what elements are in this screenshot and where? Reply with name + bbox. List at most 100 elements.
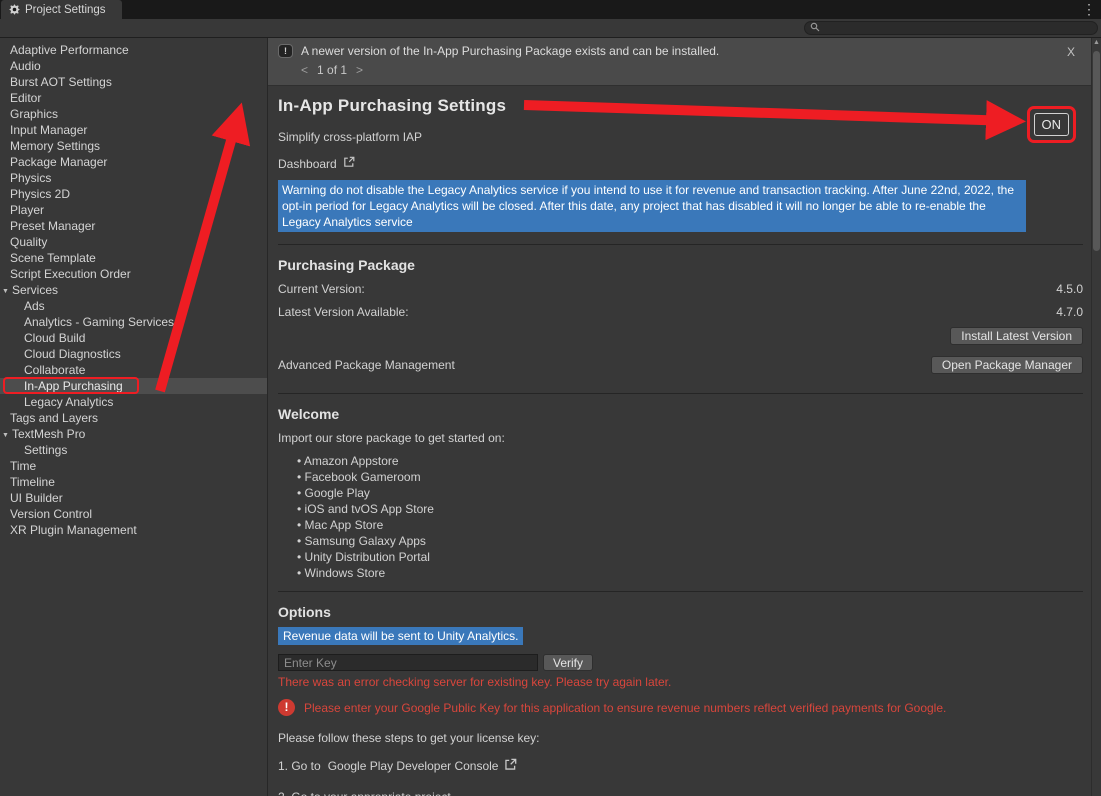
simplify-iap-label: Simplify cross-platform IAP (278, 130, 1083, 144)
external-link-icon (343, 156, 355, 171)
sidebar-item-ui-builder[interactable]: UI Builder (0, 490, 267, 506)
section-divider (278, 591, 1083, 592)
sidebar-item-label: Scene Template (10, 251, 96, 265)
sidebar-item-analytics-gaming-services[interactable]: Analytics - Gaming Services (0, 314, 267, 330)
sidebar-item-package-manager[interactable]: Package Manager (0, 154, 267, 170)
google-play-console-link[interactable]: Google Play Developer Console (328, 758, 518, 774)
install-latest-version-button[interactable]: Install Latest Version (950, 327, 1083, 345)
sidebar-item-label: Package Manager (10, 155, 107, 169)
tab-project-settings[interactable]: Project Settings (1, 0, 122, 19)
sidebar-item-tags-and-layers[interactable]: Tags and Layers (0, 410, 267, 426)
sidebar-item-audio[interactable]: Audio (0, 58, 267, 74)
sidebar-item-settings[interactable]: Settings (0, 442, 267, 458)
annotation-red-box-on: ON (1027, 106, 1077, 143)
sidebar-item-memory-settings[interactable]: Memory Settings (0, 138, 267, 154)
scrollbar[interactable]: ▲ (1091, 38, 1101, 796)
current-version-value: 4.5.0 (1056, 282, 1083, 296)
notification-banner: ! A newer version of the In-App Purchasi… (268, 38, 1091, 86)
revenue-note: Revenue data will be sent to Unity Analy… (278, 627, 523, 645)
sidebar-item-preset-manager[interactable]: Preset Manager (0, 218, 267, 234)
sidebar-item-in-app-purchasing[interactable]: In-App Purchasing (0, 378, 267, 394)
kebab-menu-icon[interactable]: ⋮ (1082, 1, 1096, 18)
sidebar-item-label: In-App Purchasing (24, 379, 123, 393)
sidebar-item-label: TextMesh Pro (12, 427, 85, 441)
store-list-item: • iOS and tvOS App Store (297, 501, 1083, 517)
project-settings-window: Project Settings ⋮ Adaptive PerformanceA… (0, 0, 1101, 796)
latest-version-value: 4.7.0 (1056, 305, 1083, 319)
sidebar-item-script-execution-order[interactable]: Script Execution Order (0, 266, 267, 282)
google-key-input[interactable] (278, 654, 538, 671)
sidebar-item-scene-template[interactable]: Scene Template (0, 250, 267, 266)
sidebar-item-label: Cloud Build (24, 331, 85, 345)
sidebar-item-version-control[interactable]: Version Control (0, 506, 267, 522)
pager-text: 1 of 1 (317, 63, 347, 77)
google-key-error-text: Please enter your Google Public Key for … (304, 701, 946, 715)
store-list: • Amazon Appstore• Facebook Gameroom• Go… (297, 453, 1083, 581)
latest-version-label: Latest Version Available: (278, 305, 409, 319)
sidebar-item-label: UI Builder (10, 491, 63, 505)
sidebar-item-cloud-build[interactable]: Cloud Build (0, 330, 267, 346)
sidebar-item-physics-2d[interactable]: Physics 2D (0, 186, 267, 202)
sidebar-item-cloud-diagnostics[interactable]: Cloud Diagnostics (0, 346, 267, 362)
open-package-manager-button[interactable]: Open Package Manager (931, 356, 1083, 374)
sidebar-item-label: Settings (24, 443, 67, 457)
step2-text: 2. Go to your appropriate project. (278, 790, 1083, 796)
sidebar-item-player[interactable]: Player (0, 202, 267, 218)
dashboard-link[interactable]: Dashboard (278, 156, 355, 171)
info-icon: ! (278, 44, 293, 58)
sidebar-item-input-manager[interactable]: Input Manager (0, 122, 267, 138)
sidebar-item-label: XR Plugin Management (10, 523, 137, 537)
sidebar-item-collaborate[interactable]: Collaborate (0, 362, 267, 378)
search-box[interactable] (804, 21, 1098, 35)
sidebar-item-label: Timeline (10, 475, 55, 489)
iap-on-toggle[interactable]: ON (1034, 113, 1070, 136)
scroll-up-icon[interactable]: ▲ (1092, 38, 1101, 48)
pager-next-button[interactable]: > (356, 63, 363, 77)
sidebar-item-label: Version Control (10, 507, 92, 521)
close-icon[interactable]: X (1067, 45, 1075, 59)
toolbar (0, 19, 1101, 38)
sidebar-item-label: Tags and Layers (10, 411, 98, 425)
advanced-package-management-label: Advanced Package Management (278, 358, 455, 372)
sidebar-item-ads[interactable]: Ads (0, 298, 267, 314)
store-list-item: • Amazon Appstore (297, 453, 1083, 469)
sidebar-item-label: Legacy Analytics (24, 395, 113, 409)
sidebar-item-graphics[interactable]: Graphics (0, 106, 267, 122)
sidebar-item-adaptive-performance[interactable]: Adaptive Performance (0, 42, 267, 58)
banner-message: A newer version of the In-App Purchasing… (301, 44, 719, 58)
sidebar-item-physics[interactable]: Physics (0, 170, 267, 186)
sidebar-item-label: Graphics (10, 107, 58, 121)
scrollbar-thumb[interactable] (1093, 51, 1100, 251)
sidebar-item-legacy-analytics[interactable]: Legacy Analytics (0, 394, 267, 410)
sidebar-item-xr-plugin-management[interactable]: XR Plugin Management (0, 522, 267, 538)
sidebar-item-label: Adaptive Performance (10, 43, 129, 57)
dashboard-link-label: Dashboard (278, 157, 337, 171)
store-list-item: • Unity Distribution Portal (297, 549, 1083, 565)
sidebar: Adaptive Performance AudioBurst AOT Setti… (0, 38, 267, 796)
google-play-console-link-label: Google Play Developer Console (328, 759, 499, 773)
sidebar-item-label: Physics (10, 171, 51, 185)
tab-title: Project Settings (25, 4, 106, 16)
sidebar-item-label: Quality (10, 235, 47, 249)
search-icon (810, 21, 820, 35)
store-list-item: • Google Play (297, 485, 1083, 501)
gear-icon (9, 4, 20, 15)
sidebar-item-time[interactable]: Time (0, 458, 267, 474)
settings-content: ! A newer version of the In-App Purchasi… (267, 38, 1091, 796)
section-divider (278, 393, 1083, 394)
sidebar-item-textmesh-pro[interactable]: ▼TextMesh Pro (0, 426, 267, 442)
search-input[interactable] (824, 22, 1092, 34)
verify-button[interactable]: Verify (543, 654, 593, 671)
sidebar-item-timeline[interactable]: Timeline (0, 474, 267, 490)
sidebar-item-services[interactable]: ▼Services (0, 282, 267, 298)
sidebar-item-burst-aot-settings[interactable]: Burst AOT Settings (0, 74, 267, 90)
sidebar-item-label: Preset Manager (10, 219, 95, 233)
pager-prev-button[interactable]: < (301, 63, 308, 77)
sidebar-item-label: Editor (10, 91, 41, 105)
sidebar-item-label: Ads (24, 299, 45, 313)
sidebar-item-editor[interactable]: Editor (0, 90, 267, 106)
sidebar-item-label: Analytics - Gaming Services (24, 315, 174, 329)
sidebar-item-quality[interactable]: Quality (0, 234, 267, 250)
sidebar-item-label: Audio (10, 59, 41, 73)
page-title: In-App Purchasing Settings (278, 96, 1083, 116)
